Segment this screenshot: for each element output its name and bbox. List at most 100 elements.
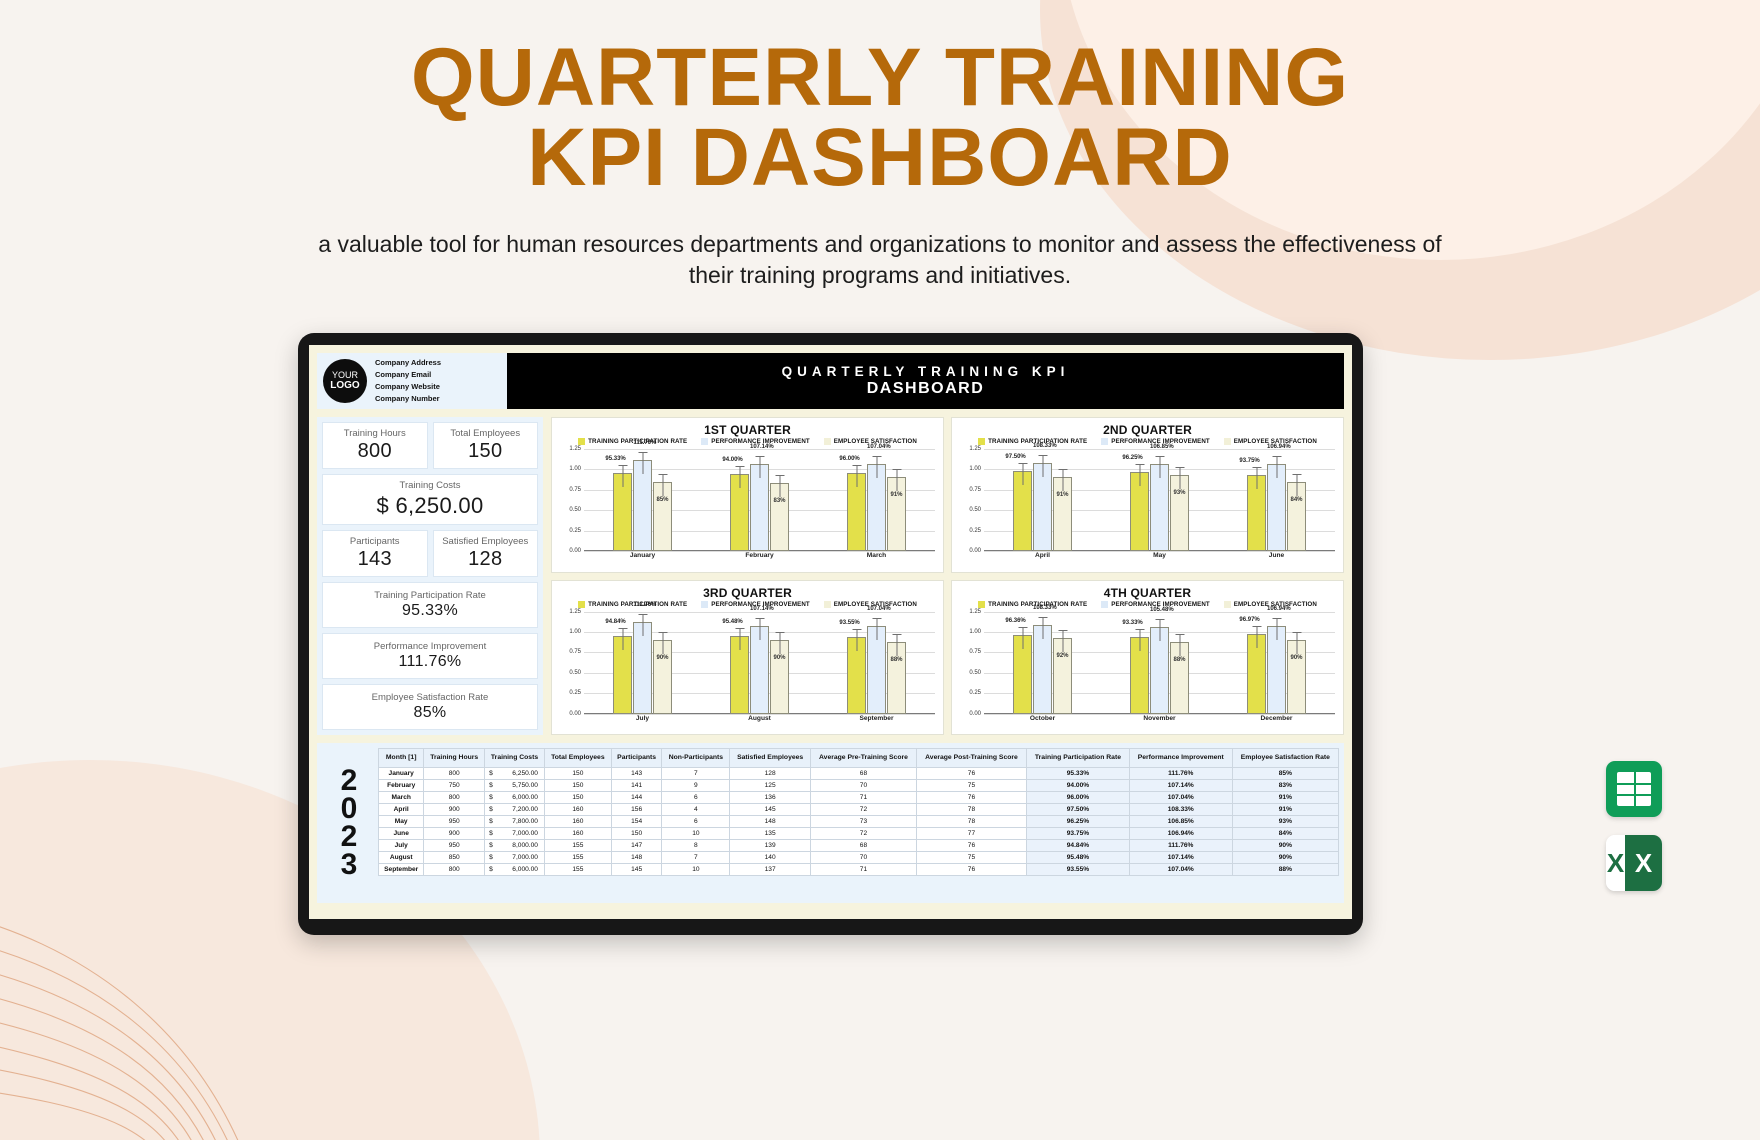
- bar-b[interactable]: [750, 618, 769, 714]
- bar-group: 91% 96.00% 107.04%: [818, 444, 935, 551]
- table-cell-pre: 71: [810, 863, 917, 877]
- bar-b[interactable]: [1033, 454, 1052, 551]
- bar-a[interactable]: [730, 627, 749, 714]
- bar-a[interactable]: [1013, 626, 1032, 714]
- table-scroll-area[interactable]: Month [1] Training Hours Training Costs Tot…: [378, 748, 1339, 898]
- kpi-card-employee-satisfaction-rate[interactable]: Employee Satisfaction Rate 85%: [322, 684, 538, 730]
- bar-b[interactable]: [1033, 617, 1052, 714]
- chart-title: 4TH QUARTER: [1103, 585, 1192, 600]
- bar-a[interactable]: [1130, 464, 1149, 551]
- table-cell-perf: 111.76%: [1128, 767, 1233, 781]
- quarter-chart-1[interactable]: 1ST QUARTER TRAINING PARTICIPATION RATE PE…: [551, 417, 944, 573]
- bar-value-label: 92%: [1056, 653, 1069, 660]
- microsoft-excel-icon[interactable]: X X: [1606, 835, 1662, 891]
- table-column-header[interactable]: Participants: [610, 748, 663, 769]
- bar-value-label: 90%: [1290, 655, 1303, 662]
- kpi-card-participants[interactable]: Participants 143: [322, 529, 428, 578]
- bar-b[interactable]: [750, 455, 769, 551]
- kpi-card-total-employees[interactable]: Total Employees 150: [432, 422, 538, 470]
- bar-b[interactable]: [867, 455, 886, 551]
- bar-c[interactable]: 83%: [770, 475, 789, 551]
- table-row[interactable]: April 900 $7,200.00 160 156 4 145 72 78 97.50% 108…: [378, 803, 1339, 817]
- table-column-header[interactable]: Non-Participants: [661, 748, 731, 769]
- bar-a[interactable]: [1130, 629, 1149, 714]
- table-row[interactable]: January 800 $6,250.00 150 143 7 128 68 76 95.33% 1…: [378, 767, 1339, 781]
- table-cell-perf: 111.76%: [1128, 839, 1233, 853]
- table-column-header[interactable]: Employee Satisfaction Rate: [1231, 748, 1339, 769]
- table-row[interactable]: September 800 $6,000.00 155 145 10 137 71 76 93.5…: [378, 863, 1339, 877]
- table-cell-costs: $6,000.00: [484, 791, 545, 805]
- bar-group: 88% 93.55% 107.04%: [818, 606, 935, 714]
- bar-c[interactable]: 91%: [1053, 468, 1072, 551]
- table-column-header[interactable]: Average Post-Training Score: [915, 748, 1028, 769]
- bar-c[interactable]: 84%: [1287, 474, 1306, 551]
- kpi-value: 85%: [413, 704, 447, 722]
- table-column-header[interactable]: Training Hours: [423, 748, 486, 769]
- table-column-header[interactable]: Average Pre-Training Score: [810, 748, 917, 769]
- chart-title: 3RD QUARTER: [703, 585, 792, 600]
- monthly-data-table: Month [1] Training Hours Training Costs Tot…: [378, 748, 1339, 877]
- kpi-card-performance-improvement[interactable]: Performance Improvement 111.76%: [322, 633, 538, 680]
- bar-a[interactable]: [613, 628, 632, 714]
- table-row[interactable]: June 900 $7,000.00 160 150 10 135 72 77 93.75% 106…: [378, 827, 1339, 841]
- bar-a[interactable]: [847, 629, 866, 714]
- bar-b[interactable]: [1150, 455, 1169, 551]
- kpi-value: 150: [468, 440, 503, 463]
- table-cell-satisfied: 140: [729, 851, 812, 865]
- table-cell-costs: $7,000.00: [484, 827, 545, 841]
- bar-c[interactable]: 91%: [887, 468, 906, 551]
- chart-title: 1ST QUARTER: [704, 423, 791, 437]
- table-row[interactable]: February 750 $5,750.00 150 141 9 125 70 75 94.00%…: [378, 779, 1339, 793]
- bar-c[interactable]: 85%: [653, 473, 672, 551]
- bar-a[interactable]: [1247, 626, 1266, 714]
- bar-b[interactable]: [1150, 619, 1169, 714]
- table-cell-rate: 95.33%: [1026, 767, 1130, 781]
- bar-group: 90% 96.97% 106.94%: [1218, 606, 1335, 714]
- bar-c[interactable]: 90%: [653, 632, 672, 714]
- bar-b[interactable]: [633, 614, 652, 714]
- google-sheets-icon[interactable]: [1606, 761, 1662, 817]
- table-column-header[interactable]: Performance Improvement: [1128, 748, 1233, 769]
- table-column-header[interactable]: Satisfied Employees: [729, 748, 812, 769]
- table-cell-post: 76: [915, 767, 1028, 781]
- bar-c[interactable]: 90%: [1287, 632, 1306, 714]
- x-tick-label: January: [629, 552, 656, 559]
- bar-b[interactable]: [1267, 455, 1286, 551]
- bar-c[interactable]: 88%: [887, 633, 906, 714]
- bar-b[interactable]: [633, 451, 652, 551]
- bar-b[interactable]: [1267, 618, 1286, 714]
- table-cell-non: 6: [661, 815, 731, 829]
- table-column-header[interactable]: Training Participation Rate: [1026, 748, 1130, 769]
- kpi-card-training-participation-rate[interactable]: Training Participation Rate 95.33%: [322, 582, 538, 629]
- quarter-chart-3[interactable]: 3RD QUARTER TRAINING PARTICIPATION RATE PE…: [551, 579, 944, 735]
- table-cell-perf: 108.33%: [1128, 803, 1233, 817]
- table-row[interactable]: May 950 $7,800.00 160 154 6 148 73 78 96.25% 106.8…: [378, 815, 1339, 829]
- y-tick-label: 1.25: [969, 446, 981, 452]
- table-cell-costs: $7,000.00: [484, 851, 545, 865]
- table-cell-sat: 93%: [1231, 815, 1339, 829]
- bar-a[interactable]: [730, 466, 749, 551]
- error-bar: [658, 632, 667, 655]
- bar-c[interactable]: 92%: [1053, 630, 1072, 714]
- table-row[interactable]: March 800 $6,000.00 150 144 6 136 71 76 96.00% 107…: [378, 791, 1339, 805]
- table-row[interactable]: August 850 $7,000.00 155 148 7 140 70 75 95.48% 10…: [378, 851, 1339, 865]
- bar-c[interactable]: 88%: [1170, 633, 1189, 714]
- table-column-header[interactable]: Total Employees: [543, 748, 612, 769]
- quarter-chart-4[interactable]: 4TH QUARTER TRAINING PARTICIPATION RATE PE…: [951, 579, 1344, 735]
- bar-a[interactable]: [847, 464, 866, 551]
- bar-c[interactable]: 93%: [1170, 467, 1189, 551]
- kpi-card-satisfied-employees[interactable]: Satisfied Employees 128: [432, 529, 538, 578]
- quarter-chart-2[interactable]: 2ND QUARTER TRAINING PARTICIPATION RATE PE…: [951, 417, 1344, 573]
- bar-a[interactable]: [1013, 463, 1032, 551]
- bar-a[interactable]: [1247, 466, 1266, 551]
- error-bar: [1292, 632, 1301, 655]
- kpi-card-training-costs[interactable]: Training Costs $ 6,250.00: [322, 474, 538, 525]
- table-column-header[interactable]: Training Costs: [484, 748, 545, 769]
- bar-c[interactable]: 90%: [770, 632, 789, 714]
- table-column-header[interactable]: Month [1]: [378, 748, 425, 769]
- table-row[interactable]: July 950 $8,000.00 155 147 8 139 68 76 94.84% 111.…: [378, 839, 1339, 853]
- kpi-card-training-hours[interactable]: Training Hours 800: [322, 422, 428, 470]
- bar-b[interactable]: [867, 618, 886, 714]
- table-cell-month: August: [378, 851, 425, 865]
- bar-a[interactable]: [613, 465, 632, 551]
